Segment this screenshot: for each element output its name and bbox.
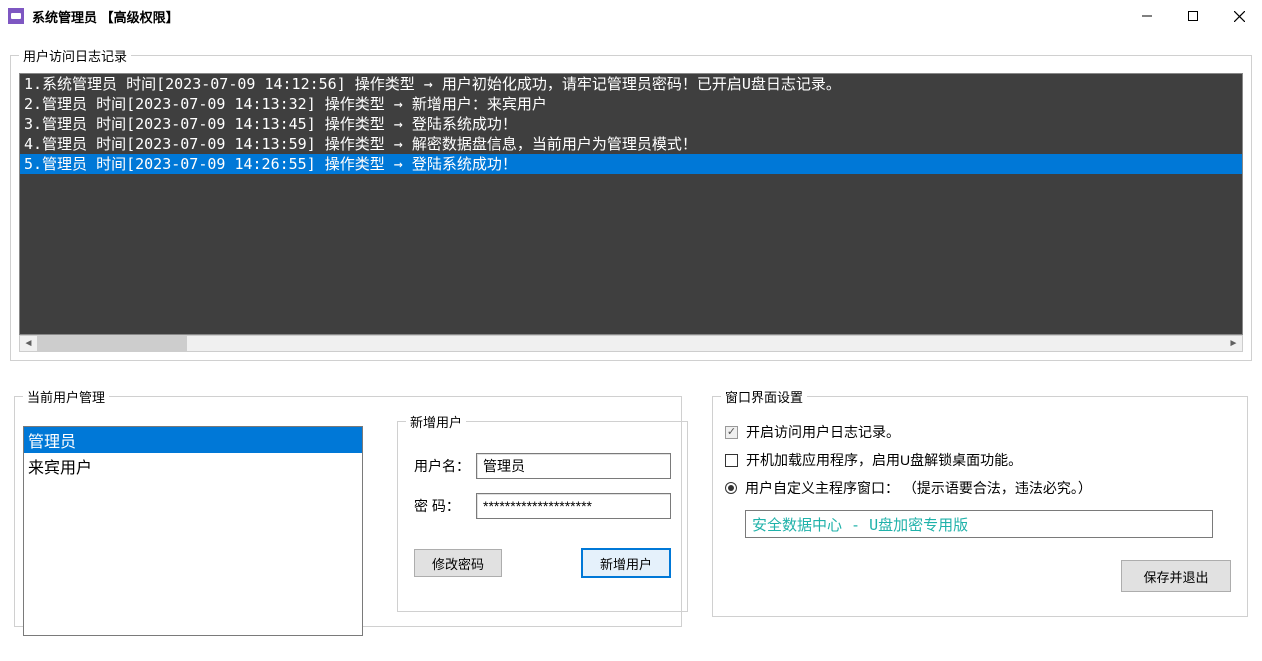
- user-mgmt-legend: 当前用户管理: [23, 387, 109, 406]
- close-icon: [1234, 11, 1245, 22]
- user-list[interactable]: 管理员来宾用户: [23, 426, 363, 636]
- password-input[interactable]: [476, 493, 671, 519]
- log-row[interactable]: 4.管理员 时间[2023-07-09 14:13:59] 操作类型 → 解密数…: [20, 134, 1242, 154]
- password-label: 密 码：: [414, 496, 476, 516]
- new-user-group: 新增用户 用户名： 密 码： 修改密码 新增用户: [397, 412, 688, 612]
- log-row[interactable]: 2.管理员 时间[2023-07-09 14:13:32] 操作类型 → 新增用…: [20, 94, 1242, 114]
- scroll-left-icon[interactable]: ◄: [20, 336, 37, 351]
- user-row[interactable]: 来宾用户: [24, 453, 362, 479]
- scroll-right-icon[interactable]: ►: [1225, 336, 1242, 351]
- log-scrollbar[interactable]: ◄ ►: [19, 335, 1243, 352]
- scroll-thumb[interactable]: [37, 336, 187, 351]
- log-group: 用户访问日志记录 1.系统管理员 时间[2023-07-09 14:12:56]…: [10, 46, 1252, 361]
- modify-password-button[interactable]: 修改密码: [414, 549, 502, 577]
- log-row[interactable]: 3.管理员 时间[2023-07-09 14:13:45] 操作类型 → 登陆系…: [20, 114, 1242, 134]
- user-mgmt-group: 当前用户管理 管理员来宾用户 新增用户 用户名： 密 码： 修改密码 新增用户: [14, 387, 682, 627]
- custom-window-radio[interactable]: [725, 482, 737, 494]
- enable-log-checkbox[interactable]: [725, 426, 738, 439]
- settings-group: 窗口界面设置 开启访问用户日志记录。 开机加载应用程序，启用U盘解锁桌面功能。 …: [712, 387, 1248, 617]
- enable-log-label: 开启访问用户日志记录。: [746, 422, 900, 442]
- save-exit-button[interactable]: 保存并退出: [1121, 560, 1231, 592]
- user-row[interactable]: 管理员: [24, 427, 362, 453]
- custom-window-label: 用户自定义主程序窗口： （提示语要合法，违法必究。）: [745, 478, 1092, 498]
- log-row[interactable]: 5.管理员 时间[2023-07-09 14:26:55] 操作类型 → 登陆系…: [20, 154, 1242, 174]
- app-icon: [8, 8, 24, 24]
- add-user-button[interactable]: 新增用户: [582, 549, 670, 577]
- custom-title-input[interactable]: [745, 510, 1213, 538]
- titlebar: 系统管理员 【高级权限】: [0, 0, 1262, 32]
- autostart-label: 开机加载应用程序，启用U盘解锁桌面功能。: [746, 450, 1022, 470]
- username-input[interactable]: [476, 453, 671, 479]
- maximize-button[interactable]: [1170, 0, 1216, 32]
- log-legend: 用户访问日志记录: [19, 46, 131, 65]
- scroll-track[interactable]: [37, 336, 1225, 351]
- window-controls: [1124, 0, 1262, 32]
- log-list[interactable]: 1.系统管理员 时间[2023-07-09 14:12:56] 操作类型 → 用…: [19, 73, 1243, 335]
- close-button[interactable]: [1216, 0, 1262, 32]
- autostart-checkbox[interactable]: [725, 454, 738, 467]
- minimize-icon: [1142, 11, 1152, 21]
- settings-legend: 窗口界面设置: [721, 387, 807, 406]
- username-label: 用户名：: [414, 456, 476, 476]
- minimize-button[interactable]: [1124, 0, 1170, 32]
- window-title: 系统管理员 【高级权限】: [32, 7, 179, 26]
- log-row[interactable]: 1.系统管理员 时间[2023-07-09 14:12:56] 操作类型 → 用…: [20, 74, 1242, 94]
- new-user-legend: 新增用户: [406, 412, 466, 431]
- maximize-icon: [1188, 11, 1198, 21]
